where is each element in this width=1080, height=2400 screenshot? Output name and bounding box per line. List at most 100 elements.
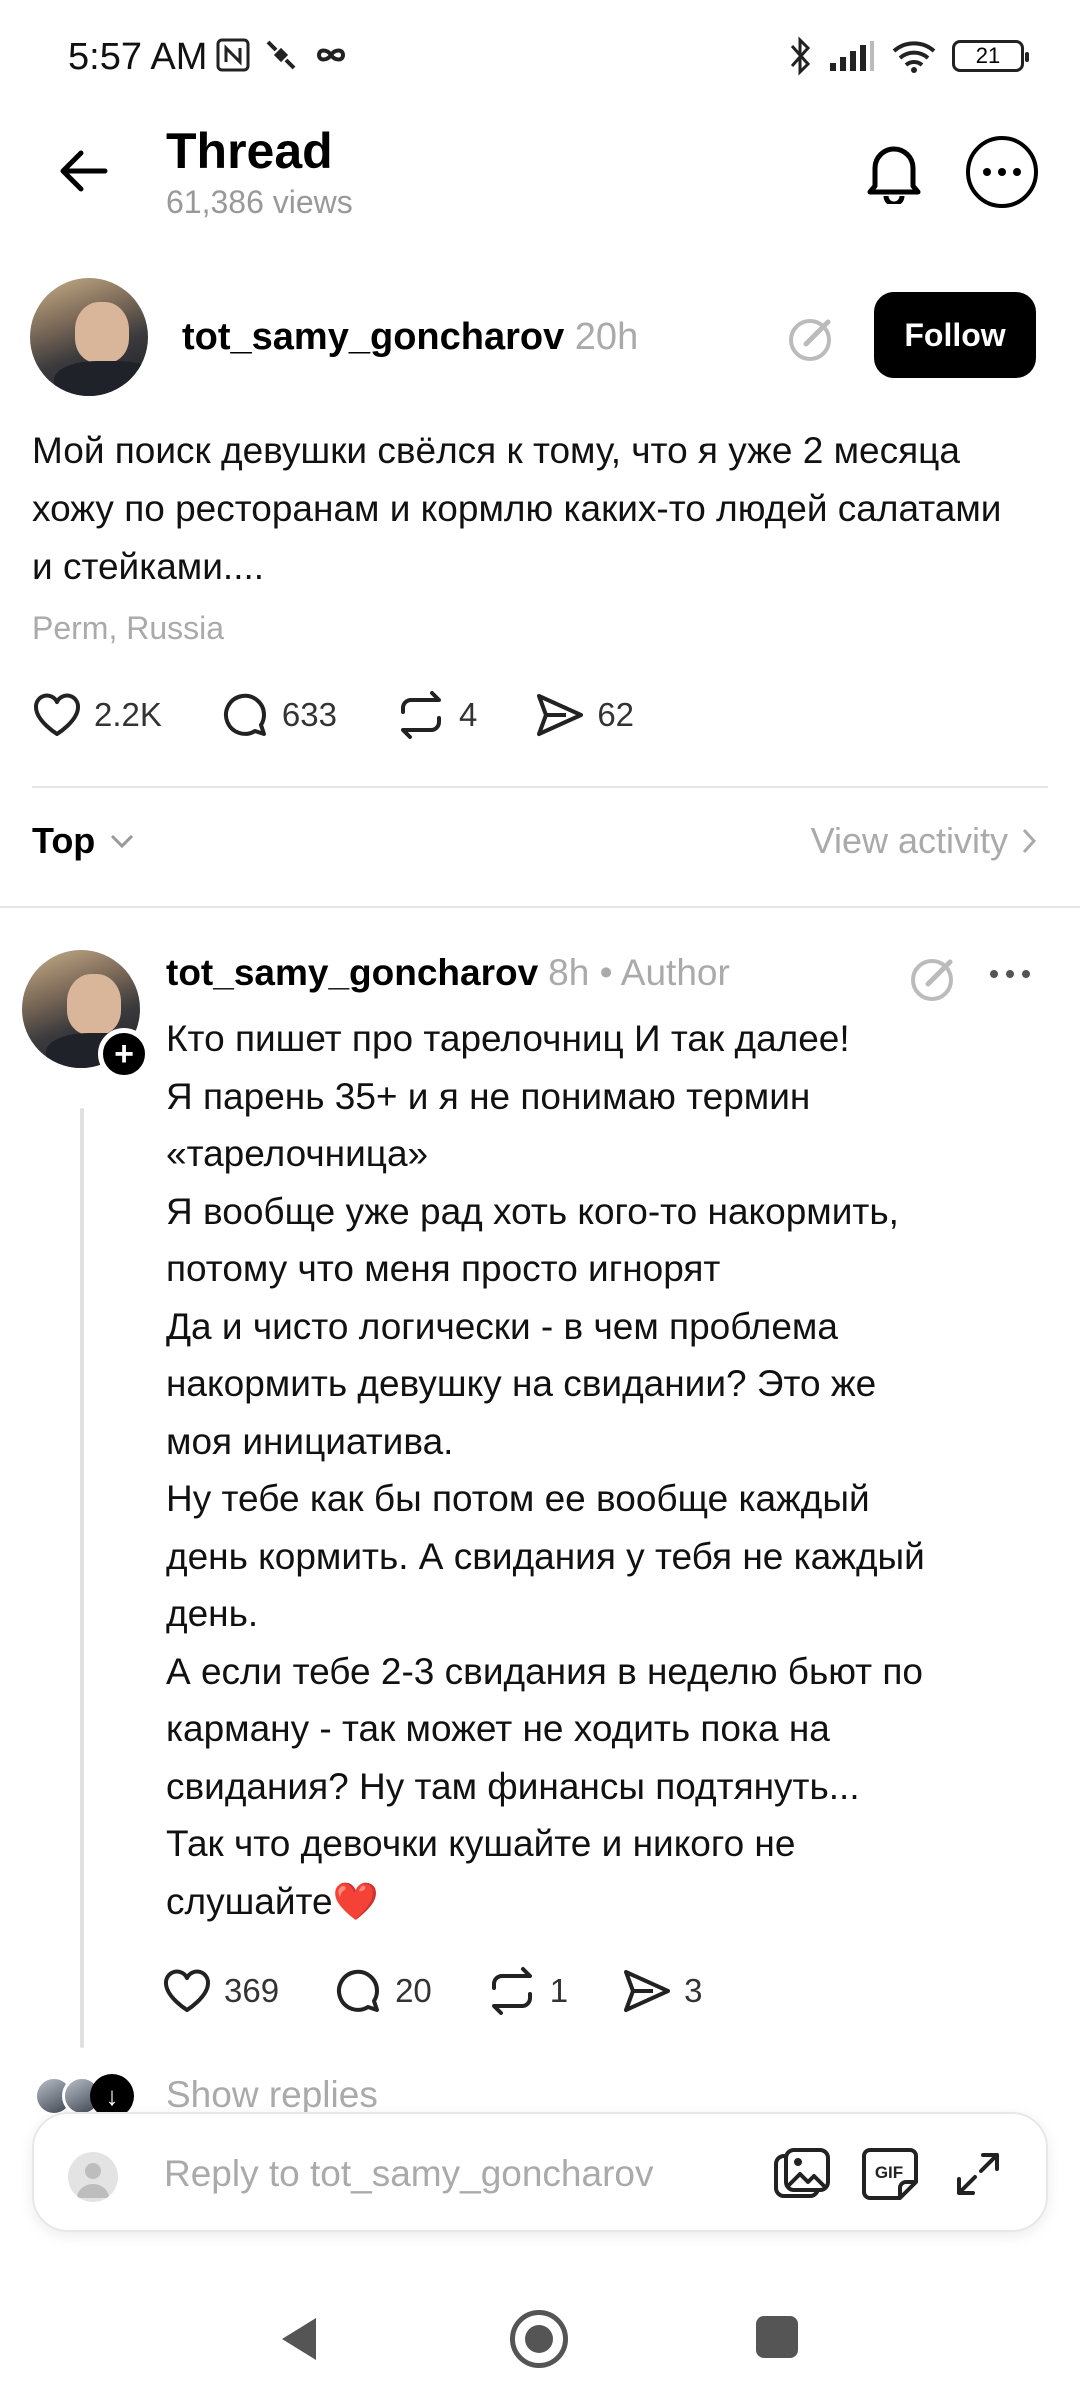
send-icon: [624, 1970, 671, 2012]
edited-icon: [789, 319, 831, 361]
signal-icon: [830, 41, 874, 71]
gif-button[interactable]: GIF: [860, 2144, 920, 2204]
sort-label: Top: [32, 820, 96, 861]
reply-text: Кто пишет про тарелочниц И так далее! Я …: [166, 1010, 1046, 1930]
repost-icon: [491, 1967, 532, 2015]
gif-label: GIF: [875, 2163, 903, 2182]
reply-line: Кто пишет про тарелочниц И так далее!: [166, 1018, 850, 1059]
expand-button[interactable]: [948, 2144, 1008, 2204]
divider: [0, 906, 1080, 908]
repost-button[interactable]: 1: [486, 1966, 568, 2016]
reply-line: «тарелочница»: [166, 1133, 429, 1174]
heart-icon: [34, 693, 80, 736]
notifications-button[interactable]: [854, 132, 934, 212]
follow-button[interactable]: Follow: [874, 292, 1036, 378]
post-author[interactable]: tot_samy_goncharov 20h: [182, 316, 638, 359]
back-button[interactable]: [48, 136, 118, 206]
more-options-button[interactable]: [966, 136, 1038, 208]
nav-home-icon[interactable]: [510, 2310, 568, 2368]
dot-icon: [998, 168, 1006, 176]
reply-line: Я парень 35+ и я не понимаю термин: [166, 1075, 811, 1117]
post-time: 20h: [574, 316, 639, 358]
reply-line: Да и чисто логически - в чем проблема: [166, 1305, 838, 1347]
satellite-icon: [266, 40, 296, 70]
send-icon: [537, 694, 584, 736]
reply-header: tot_samy_goncharov 8h • Author: [166, 952, 730, 994]
comment-icon: [223, 693, 266, 736]
nfc-icon: [216, 38, 250, 72]
show-replies-label[interactable]: Show replies: [166, 2074, 378, 2116]
reply-line: Я вообще уже рад хоть кого-то накормить,: [166, 1190, 899, 1232]
thread-line: [80, 1108, 84, 2048]
sort-dropdown[interactable]: Top: [32, 820, 135, 862]
repost-button[interactable]: 4: [395, 690, 477, 740]
reply-line: свидания? Ну там финансы подтянуть...: [166, 1765, 860, 1807]
comment-button[interactable]: 20: [333, 1966, 432, 2016]
dot-icon: [990, 970, 998, 978]
chevron-down-icon: [111, 834, 134, 849]
comment-count: 633: [281, 696, 337, 733]
comment-count: 20: [395, 1972, 432, 2009]
expand-icon: [957, 2153, 999, 2195]
reply-line: карману - так может не ходить пока на: [166, 1708, 830, 1749]
avatar[interactable]: [30, 278, 148, 396]
nav-recents-icon[interactable]: [756, 2316, 798, 2358]
comment-button[interactable]: 633: [220, 690, 337, 740]
post-location[interactable]: Perm, Russia: [32, 610, 224, 647]
reply-composer: GIF: [32, 2112, 1048, 2232]
repost-count: 1: [549, 1972, 569, 2009]
dot-icon: [983, 168, 991, 176]
reply-line: Ну тебе как бы потом ее вообще каждый: [166, 1478, 870, 1519]
image-icon: [774, 2148, 830, 2198]
dot-icon: [1022, 970, 1030, 978]
battery-level: 21: [975, 43, 1001, 68]
dot-icon: [1013, 168, 1021, 176]
status-icons-left: [216, 38, 350, 72]
reply-input[interactable]: [164, 2142, 764, 2206]
like-button[interactable]: 369: [162, 1968, 279, 2014]
view-activity-link[interactable]: View activity: [811, 820, 1038, 862]
reply-line: потому что меня просто игнорят: [166, 1248, 721, 1289]
status-time: 5:57 AM: [68, 36, 208, 78]
reply-line: слушайте❤️: [166, 1880, 379, 1922]
user-icon: [77, 2163, 109, 2198]
bluetooth-icon: [790, 36, 811, 76]
like-count: 369: [224, 1972, 280, 2009]
follow-plus-icon[interactable]: +: [98, 1028, 150, 1080]
dot-icon: [1006, 970, 1014, 978]
wifi-icon: [892, 41, 936, 73]
system-nav-bar: [0, 2270, 1080, 2400]
share-button[interactable]: 3: [622, 1968, 703, 2014]
nav-back-icon[interactable]: [276, 2314, 320, 2364]
like-button[interactable]: 2.2K: [32, 692, 162, 738]
divider: [32, 786, 1048, 788]
reply-line: моя инициатива.: [166, 1420, 454, 1462]
post-username[interactable]: tot_samy_goncharov: [182, 316, 564, 358]
avatar: [68, 2152, 118, 2202]
share-button[interactable]: 62: [535, 692, 634, 738]
share-count: 3: [684, 1972, 703, 2009]
edited-icon: [911, 959, 953, 1001]
battery-icon: 21: [952, 40, 1029, 72]
reply-actions: 369 20 1 3: [162, 1966, 757, 2016]
like-count: 2.2K: [94, 696, 162, 733]
reply-line: накормить девушку на свидании? Это же: [166, 1363, 877, 1404]
infinity-icon: [316, 48, 346, 62]
reply-username[interactable]: tot_samy_goncharov: [166, 952, 538, 994]
post-text: Мой поиск девушки свёлся к тому, что я у…: [32, 430, 1002, 587]
gif-icon: GIF: [862, 2148, 918, 2200]
share-count: 62: [597, 696, 635, 733]
attach-image-button[interactable]: [772, 2144, 832, 2204]
status-bar: 5:57 AM 21: [0, 0, 1080, 120]
status-icons-right: 21: [788, 36, 1029, 76]
post-actions: 2.2K 633 4 62: [32, 690, 692, 740]
reply-line: А если тебе 2-3 свидания в неделю бьют п…: [166, 1650, 924, 1692]
reply-line: день.: [166, 1593, 259, 1634]
reply-line: Так что девочки кушайте и никого не: [166, 1823, 796, 1864]
repost-count: 4: [458, 696, 478, 733]
repost-icon: [400, 691, 441, 739]
arrow-left-icon: [60, 150, 108, 192]
reply-more-button[interactable]: [990, 970, 1030, 978]
view-activity-label: View activity: [810, 820, 1008, 861]
reply-meta: 8h • Author: [548, 952, 730, 993]
